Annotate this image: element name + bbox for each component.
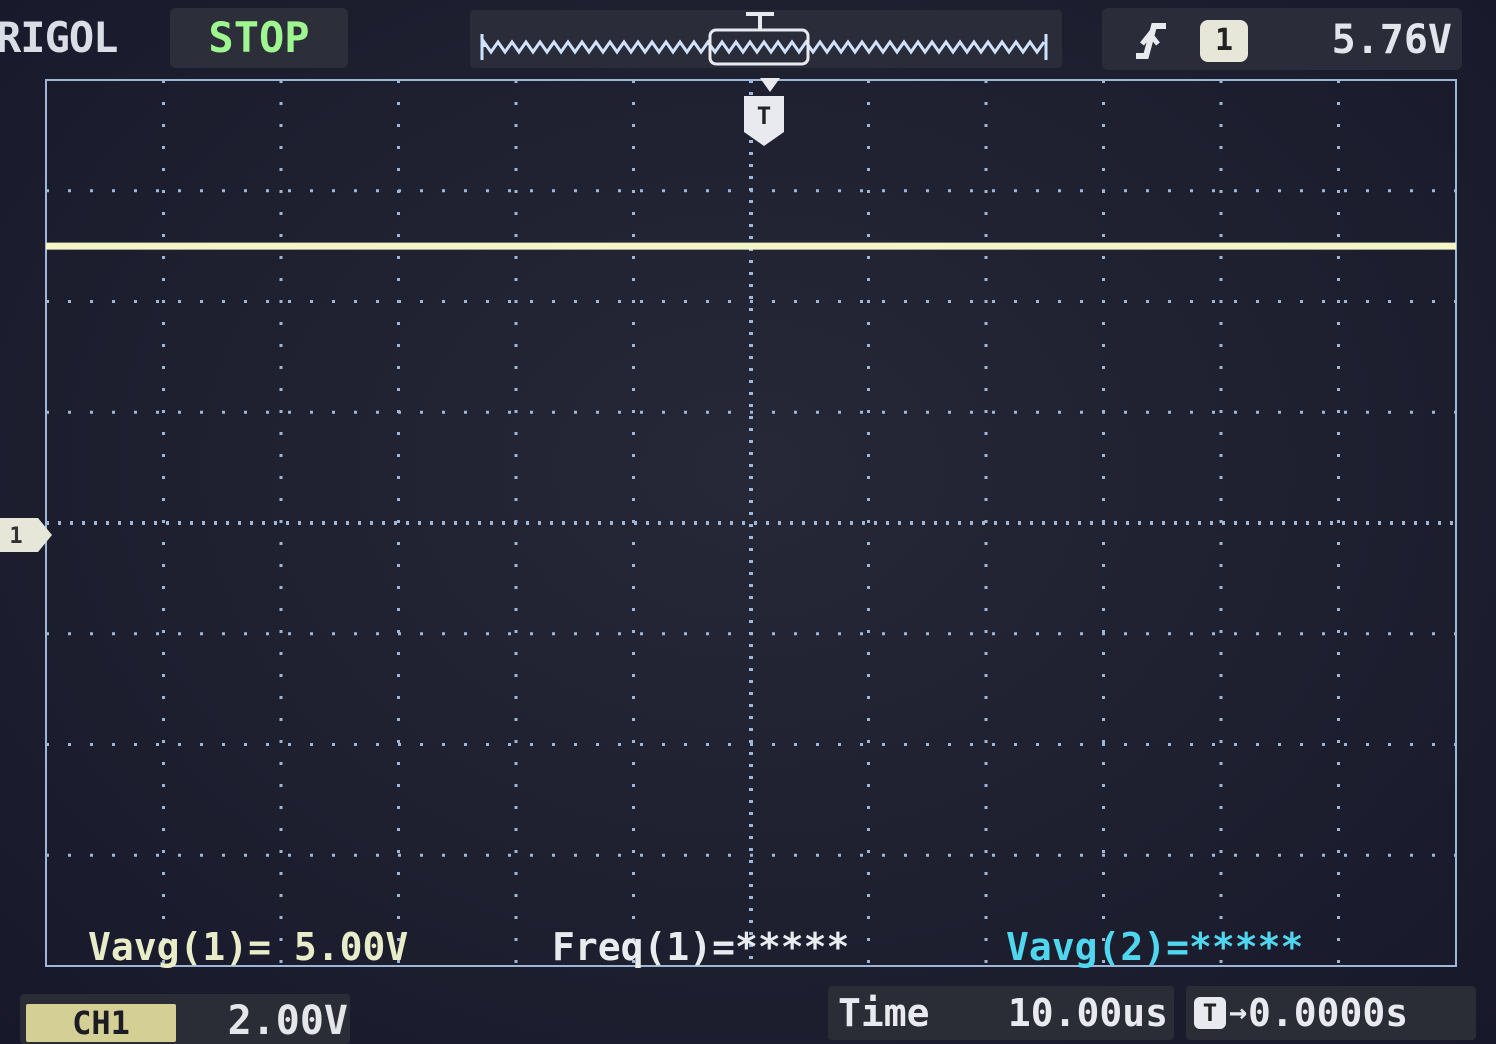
graticule-plot: T	[45, 78, 1457, 967]
channel1-ground-marker[interactable]: 1	[0, 518, 54, 552]
trigger-status[interactable]: 1 5.76V	[1102, 8, 1462, 70]
graticule-grid	[45, 79, 1457, 967]
memory-waveform-icon	[480, 12, 1048, 66]
trigger-position-label: T	[757, 102, 771, 130]
channel1-volts-per-div: 2.00V	[227, 998, 348, 1044]
run-stop-status[interactable]: STOP	[170, 8, 348, 68]
trigger-position-marker: T	[744, 78, 784, 146]
arrow-right-icon: →	[1228, 995, 1248, 1030]
measurement-freq-ch1: Freq(1)=*****	[552, 925, 850, 969]
trigger-offset-status[interactable]: T → 0.0000s	[1186, 986, 1476, 1040]
trigger-level-value: 5.76V	[1331, 17, 1452, 63]
oscilloscope-screen: RIGOL STOP 1 5.76V T 1 Vavg(1)= 5.00V Fr…	[0, 0, 1496, 1044]
brand-logo: RIGOL	[0, 13, 118, 62]
trigger-source-badge: 1	[1200, 20, 1248, 62]
memory-position-bar	[470, 10, 1062, 68]
channel1-marker-label: 1	[9, 524, 22, 549]
timebase-value: 10.00us	[1007, 991, 1168, 1035]
waveform-display[interactable]: T	[38, 76, 1464, 976]
timebase-status[interactable]: Time 10.00us	[828, 986, 1174, 1040]
top-status-bar: RIGOL STOP 1 5.76V	[0, 0, 1496, 74]
trigger-offset-value: 0.0000s	[1248, 991, 1409, 1035]
trigger-offset-icon: T	[1194, 997, 1226, 1029]
timebase-label: Time	[838, 991, 930, 1035]
channel1-label: CH1	[26, 1004, 176, 1042]
measurement-vavg-ch1: Vavg(1)= 5.00V	[88, 925, 409, 969]
bottom-status-bar: CH1 2.00V Time 10.00us T → 0.0000s	[0, 982, 1496, 1044]
rising-edge-trigger-icon	[1136, 23, 1166, 59]
channel1-scale[interactable]: CH1 2.00V	[20, 994, 350, 1044]
measurement-vavg-ch2: Vavg(2)=*****	[1006, 925, 1304, 969]
